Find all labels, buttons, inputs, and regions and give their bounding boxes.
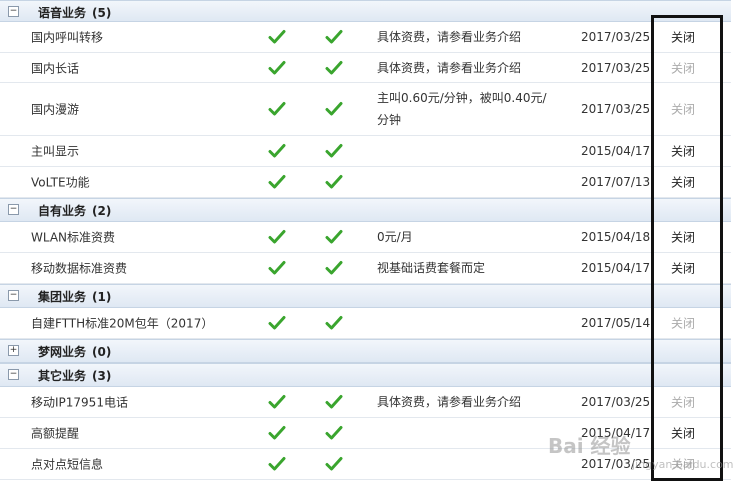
check-icon <box>325 425 343 441</box>
table-row: 国内漫游 主叫0.60元/分钟，被叫0.40元/分钟 2017/03/25 关闭 <box>0 83 731 136</box>
close-service-button[interactable]: 关闭 <box>671 143 695 160</box>
check-icon <box>268 260 286 276</box>
service-date: 2017/05/14 <box>581 316 651 330</box>
service-date: 2015/04/17 <box>581 261 651 275</box>
watermark-logo: Bai 经验 <box>548 434 631 458</box>
check-icon <box>325 143 343 159</box>
group-header-monternet[interactable]: + 梦网业务 (0) <box>0 339 731 363</box>
close-service-button[interactable]: 关闭 <box>671 260 695 277</box>
group-header-other[interactable]: − 其它业务 (3) <box>0 363 731 387</box>
group-title: 梦网业务 (0) <box>38 345 112 359</box>
table-row: 主叫显示 2015/04/17 关闭 <box>0 136 731 167</box>
close-service-button: 关闭 <box>671 395 696 410</box>
check-icon <box>325 260 343 276</box>
service-date: 2017/07/13 <box>581 175 651 189</box>
service-name: 国内呼叫转移 <box>31 30 104 45</box>
service-fee: 视基础话费套餐而定 <box>377 261 486 275</box>
check-icon <box>268 394 286 410</box>
service-fee: 具体资费，请参看业务介绍 <box>377 30 522 44</box>
close-service-button[interactable]: 关闭 <box>671 174 695 191</box>
service-name: 移动数据标准资费 <box>31 261 128 276</box>
group-header-own[interactable]: − 自有业务 (2) <box>0 198 731 222</box>
check-icon <box>268 29 286 45</box>
check-icon <box>268 60 286 76</box>
collapse-toggle-icon[interactable]: − <box>8 204 19 215</box>
check-icon <box>325 229 343 245</box>
service-date: 2015/04/18 <box>581 230 651 244</box>
close-service-button: 关闭 <box>671 102 696 117</box>
check-icon <box>268 425 286 441</box>
service-date: 2017/03/25 <box>581 30 651 44</box>
service-fee: 具体资费，请参看业务介绍 <box>377 395 522 409</box>
table-row: 国内长话 具体资费，请参看业务介绍 2017/03/25 关闭 <box>0 53 731 83</box>
service-table: − 语音业务 (5) 国内呼叫转移 具体资费，请参看业务介绍 2017/03/25… <box>0 0 731 480</box>
check-icon <box>325 101 343 117</box>
check-icon <box>325 29 343 45</box>
service-date: 2015/04/17 <box>581 144 651 158</box>
service-name: 国内长话 <box>31 61 80 75</box>
close-service-button: 关闭 <box>671 316 696 331</box>
service-fee: 具体资费，请参看业务介绍 <box>377 60 522 75</box>
watermark-url: jingyan.baidu.com <box>632 458 734 471</box>
service-date: 2017/03/25 <box>581 60 651 75</box>
table-row: 移动IP17951电话 具体资费，请参看业务介绍 2017/03/25 关闭 <box>0 387 731 418</box>
service-name: 点对点短信息 <box>31 457 104 472</box>
service-name: 国内漫游 <box>31 102 80 117</box>
table-row: VoLTE功能 2017/07/13 关闭 <box>0 167 731 198</box>
check-icon <box>325 394 343 410</box>
check-icon <box>268 101 286 117</box>
check-icon <box>268 229 286 245</box>
collapse-toggle-icon[interactable]: − <box>8 6 19 17</box>
close-service-button: 关闭 <box>671 61 696 75</box>
group-title: 其它业务 (3) <box>38 369 112 383</box>
service-name: 主叫显示 <box>31 144 80 159</box>
close-service-button[interactable]: 关闭 <box>671 425 695 442</box>
service-date: 2017/03/25 <box>581 102 651 116</box>
service-date: 2017/03/25 <box>581 395 651 409</box>
close-service-button[interactable]: 关闭 <box>671 229 695 246</box>
table-row: 国内呼叫转移 具体资费，请参看业务介绍 2017/03/25 关闭 <box>0 22 731 53</box>
service-name: WLAN标准资费 <box>31 230 116 245</box>
check-icon <box>268 456 286 472</box>
group-title: 自有业务 (2) <box>38 204 112 218</box>
check-icon <box>325 60 343 76</box>
check-icon <box>325 174 343 190</box>
service-fee: 0元/月 <box>377 230 413 244</box>
group-title: 集团业务 (1) <box>38 290 112 304</box>
check-icon <box>325 315 343 331</box>
service-name: VoLTE功能 <box>31 175 90 190</box>
check-icon <box>325 456 343 472</box>
group-title: 语音业务 (5) <box>38 6 112 20</box>
collapse-toggle-icon[interactable]: − <box>8 290 19 301</box>
table-row: WLAN标准资费 0元/月 2015/04/18 关闭 <box>0 222 731 253</box>
check-icon <box>268 315 286 331</box>
table-row: 自建FTTH标准20M包年（2017） 2017/05/14 关闭 <box>0 308 731 339</box>
service-fee: 主叫0.60元/分钟，被叫0.40元/分钟 <box>377 91 547 127</box>
service-name: 高额提醒 <box>31 426 80 441</box>
group-header-enterprise[interactable]: − 集团业务 (1) <box>0 284 731 308</box>
group-header-voice[interactable]: − 语音业务 (5) <box>0 0 731 22</box>
check-icon <box>268 174 286 190</box>
table-row: 移动数据标准资费 视基础话费套餐而定 2015/04/17 关闭 <box>0 253 731 284</box>
collapse-toggle-icon[interactable]: − <box>8 369 19 380</box>
service-name: 移动IP17951电话 <box>31 395 128 410</box>
expand-toggle-icon[interactable]: + <box>8 345 19 356</box>
check-icon <box>268 143 286 159</box>
close-service-button[interactable]: 关闭 <box>671 29 695 46</box>
service-name: 自建FTTH标准20M包年（2017） <box>31 316 214 331</box>
